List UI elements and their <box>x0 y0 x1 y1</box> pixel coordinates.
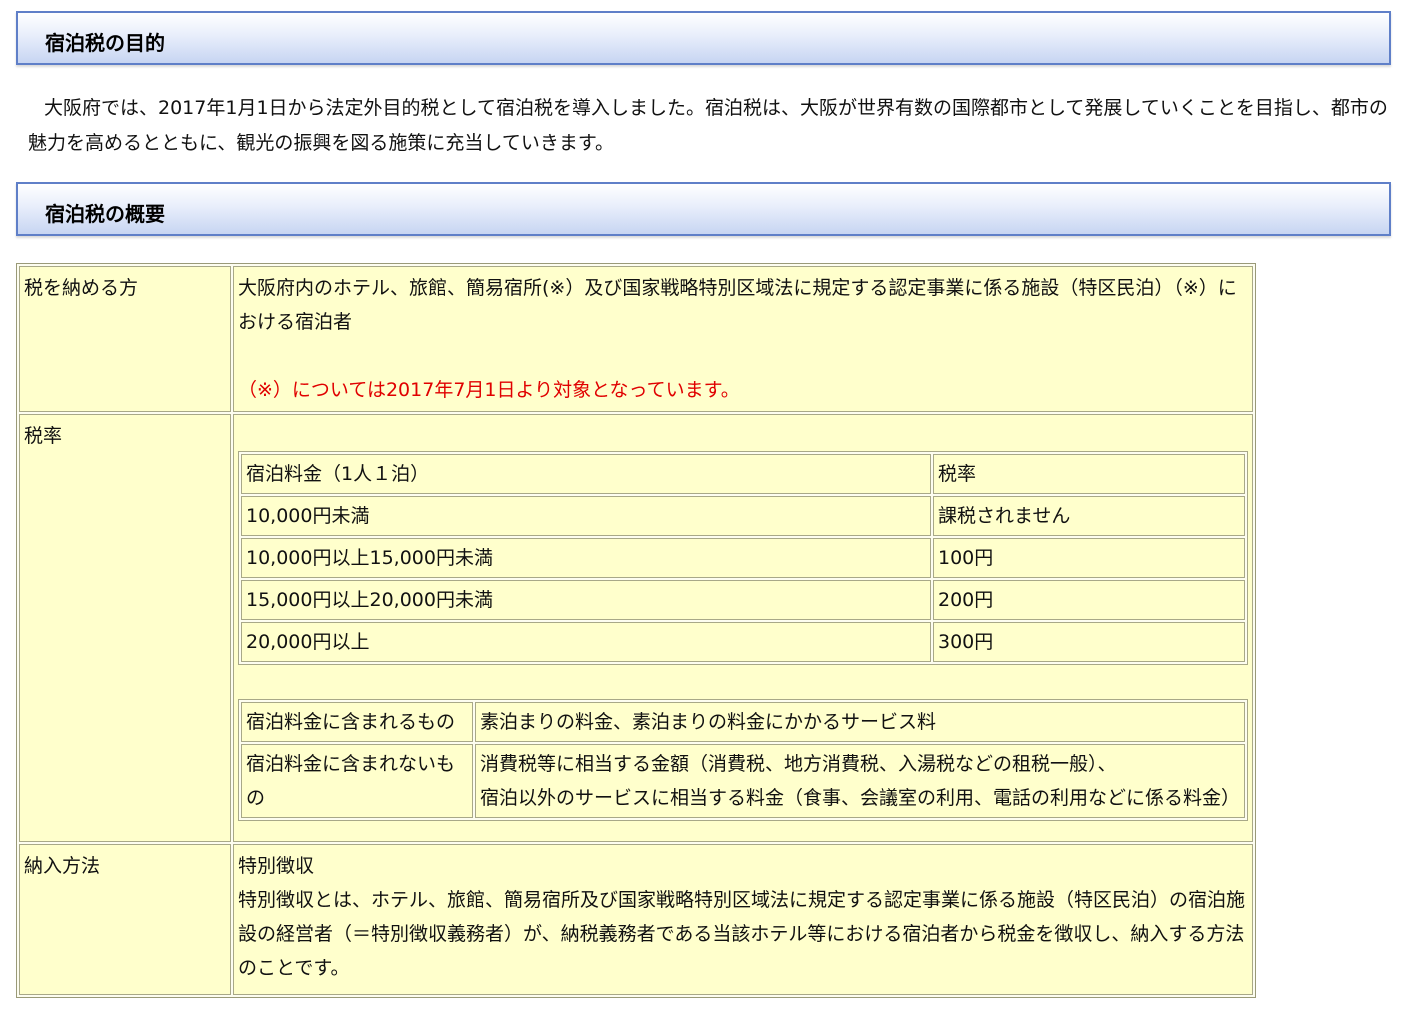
table-row: 15,000円以上20,000円未満 200円 <box>241 580 1245 620</box>
purpose-paragraph: 大阪府では、2017年1月1日から法定外目的税として宿泊税を導入しました。宿泊税… <box>28 97 1388 154</box>
row-label: 税を納める方 <box>19 266 231 412</box>
table-row: 20,000円以上 300円 <box>241 622 1245 662</box>
payment-cell: 特別徴収 特別徴収とは、ホテル、旅館、簡易宿所及び国家戦略特別区域法に規定する認… <box>233 843 1253 995</box>
row-label: 納入方法 <box>19 843 231 995</box>
section-header-purpose: 宿泊税の目的 <box>16 11 1391 65</box>
table-cell: 素泊まりの料金、素泊まりの料金にかかるサービス料 <box>475 702 1245 742</box>
overview-table: 税を納める方 大阪府内のホテル、旅館、簡易宿所(※）及び国家戦略特別区域法に規定… <box>16 263 1256 998</box>
section-header-overview: 宿泊税の概要 <box>16 182 1391 236</box>
table-cell: 10,000円未満 <box>241 496 931 536</box>
table-header-cell: 税率 <box>933 454 1245 494</box>
table-cell: 200円 <box>933 580 1245 620</box>
table-row: 宿泊料金に含まれないもの 消費税等に相当する金額（消費税、地方消費税、入湯税など… <box>241 744 1245 818</box>
table-row-taxpayer: 税を納める方 大阪府内のホテル、旅館、簡易宿所(※）及び国家戦略特別区域法に規定… <box>19 266 1253 412</box>
payment-title: 特別徴収 <box>238 854 315 877</box>
rate-cell: 宿泊料金（1人１泊） 税率 10,000円未満 課税されません 10,000円以… <box>233 414 1253 842</box>
taxpayer-text: 大阪府内のホテル、旅館、簡易宿所(※）及び国家戦略特別区域法に規定する認定事業に… <box>238 277 1237 333</box>
table-row-payment: 納入方法 特別徴収 特別徴収とは、ホテル、旅館、簡易宿所及び国家戦略特別区域法に… <box>19 843 1253 995</box>
table-cell: 100円 <box>933 538 1245 578</box>
excluded-line: 消費税等に相当する金額（消費税、地方消費税、入湯税などの租税一般）、 <box>480 753 1117 775</box>
excluded-line: 宿泊以外のサービスに相当する料金（食事、会議室の利用、電話の利用などに係る料金） <box>480 787 1241 809</box>
table-cell: 10,000円以上15,000円未満 <box>241 538 931 578</box>
table-cell: 20,000円以上 <box>241 622 931 662</box>
table-row: 宿泊料金に含まれるもの 素泊まりの料金、素泊まりの料金にかかるサービス料 <box>241 702 1245 742</box>
inclusion-table: 宿泊料金に含まれるもの 素泊まりの料金、素泊まりの料金にかかるサービス料 宿泊料… <box>238 699 1248 821</box>
section-title: 宿泊税の概要 <box>45 202 165 226</box>
table-row: 10,000円未満 課税されません <box>241 496 1245 536</box>
table-cell: 宿泊料金に含まれないもの <box>241 744 473 818</box>
section-title: 宿泊税の目的 <box>45 31 165 55</box>
table-cell: 300円 <box>933 622 1245 662</box>
taxpayer-note: （※）については2017年7月1日より対象となっています。 <box>238 379 740 401</box>
table-row: 10,000円以上15,000円未満 100円 <box>241 538 1245 578</box>
rate-table: 宿泊料金（1人１泊） 税率 10,000円未満 課税されません 10,000円以… <box>238 451 1248 665</box>
table-cell: 宿泊料金に含まれるもの <box>241 702 473 742</box>
payment-text: 特別徴収とは、ホテル、旅館、簡易宿所及び国家戦略特別区域法に規定する認定事業に係… <box>238 888 1246 979</box>
table-row-rate: 税率 宿泊料金（1人１泊） 税率 10,000円未満 課税されません 10,00… <box>19 414 1253 842</box>
taxpayer-cell: 大阪府内のホテル、旅館、簡易宿所(※）及び国家戦略特別区域法に規定する認定事業に… <box>233 266 1253 412</box>
table-row: 宿泊料金（1人１泊） 税率 <box>241 454 1245 494</box>
table-cell: 消費税等に相当する金額（消費税、地方消費税、入湯税などの租税一般）、 宿泊以外の… <box>475 744 1245 818</box>
row-label: 税率 <box>19 414 231 842</box>
table-cell: 15,000円以上20,000円未満 <box>241 580 931 620</box>
table-cell: 課税されません <box>933 496 1245 536</box>
table-header-cell: 宿泊料金（1人１泊） <box>241 454 931 494</box>
